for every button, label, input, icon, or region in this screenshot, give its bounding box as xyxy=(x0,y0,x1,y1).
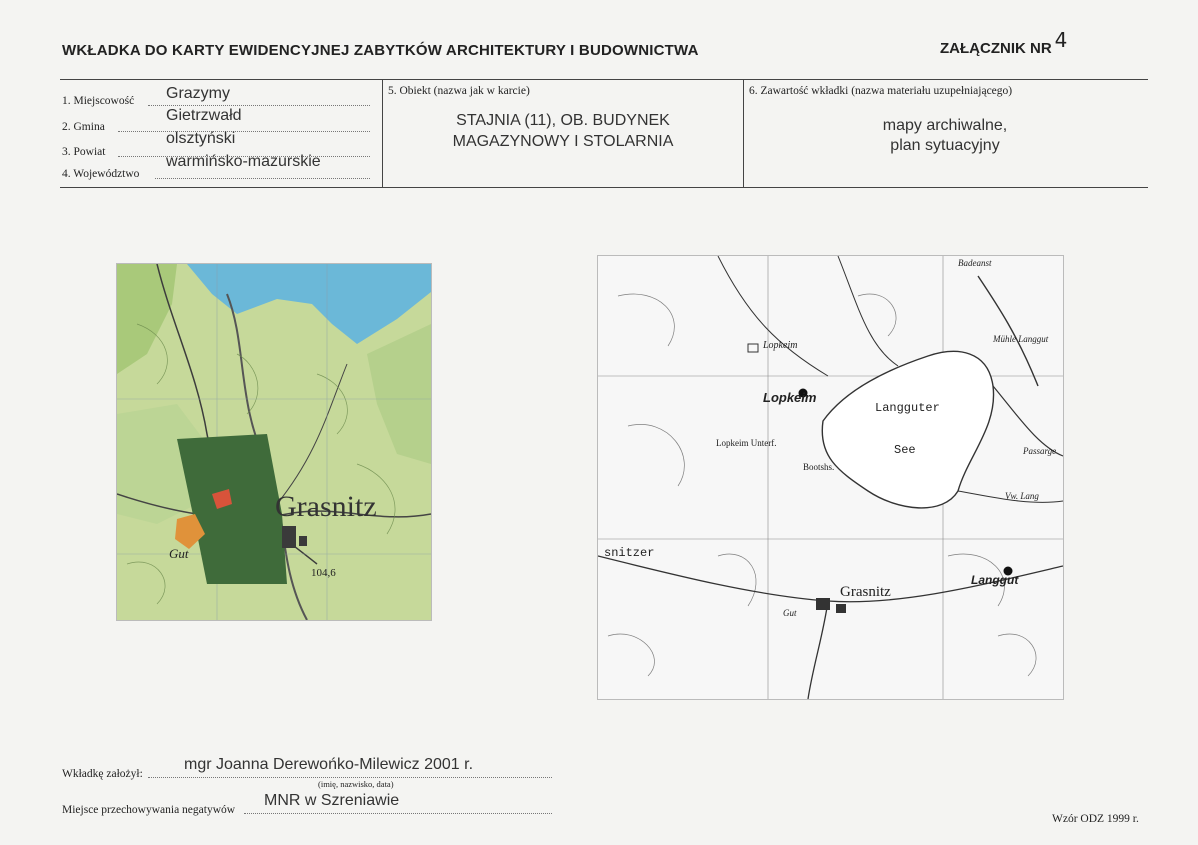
contents-label: 6. Zawartość wkładki (nazwa materiału uz… xyxy=(749,85,1013,97)
annex-number-value: 4 xyxy=(1054,28,1068,52)
map-label-lopkeim-small: Lopkeim xyxy=(763,340,798,351)
map-label-bootshs: Bootshs. xyxy=(803,462,835,472)
contents-line-1: mapy archiwalne, xyxy=(882,117,1008,134)
map-label-passarge: Passarge xyxy=(1023,446,1057,456)
storage-dots xyxy=(244,812,552,814)
object-line-2: MAGAZYNOWY I STOLARNIA xyxy=(452,133,674,150)
template-note: Wzór ODZ 1999 r. xyxy=(1052,813,1139,825)
bw-map-graphic xyxy=(598,256,1063,699)
form-top-rule xyxy=(60,79,1148,80)
miejscowosc-value: Grazymy xyxy=(166,85,230,102)
map-label-elevation: 104,6 xyxy=(311,567,336,579)
page-title: WKŁADKA DO KARTY EWIDENCYJNEJ ZABYTKÓW A… xyxy=(62,42,699,59)
map-label-langgut: Langgut xyxy=(971,573,1019,587)
annex-number: ZAŁĄCZNIK NR 4 xyxy=(940,28,1067,58)
founder-dots xyxy=(148,776,552,778)
powiat-label: 3. Powiat xyxy=(62,146,106,158)
founder-hint: (imię, nazwisko, data) xyxy=(318,779,394,789)
gmina-dots xyxy=(118,130,370,132)
object-line-1: STAJNIA (11), OB. BUDYNEK xyxy=(456,112,670,129)
storage-label: Miejsce przechowywania negatywów xyxy=(62,804,236,816)
map-label-gut: Gut xyxy=(169,546,189,561)
map-label-lopkeim: Lopkeim xyxy=(763,390,817,405)
wojewodztwo-value: warmińsko-mazurskie xyxy=(166,153,321,170)
gmina-value: Gietrzwałd xyxy=(166,107,242,124)
map-label-badeanst: Badeanst xyxy=(958,258,992,268)
object-label: 5. Obiekt (nazwa jak w karcie) xyxy=(388,85,530,97)
miejscowosc-label: 1. Miejscowość xyxy=(62,95,135,107)
bw-topographic-map: Lopkeim Lopkeim Langguter See Bootshs. L… xyxy=(597,255,1064,700)
map-label-lopkeim-unterf: Lopkeim Unterf. xyxy=(716,438,777,448)
map-label-grasnitz: Grasnitz xyxy=(275,490,377,523)
color-topographic-map: Grasnitz Gut 104,6 xyxy=(116,263,432,621)
wojewodztwo-label: 4. Województwo xyxy=(62,168,140,180)
miejscowosc-dots xyxy=(148,104,370,106)
map-label-see: See xyxy=(894,443,916,457)
map-label-snitzer: snitzer xyxy=(604,546,655,560)
gmina-label: 2. Gmina xyxy=(62,121,105,133)
form-divider-2 xyxy=(743,79,744,187)
storage-value: MNR w Szreniawie xyxy=(264,792,400,809)
annex-label: ZAŁĄCZNIK NR xyxy=(940,40,1052,57)
map-label-langguter: Langguter xyxy=(875,401,940,415)
color-map-graphic xyxy=(117,264,431,620)
form-divider-1 xyxy=(382,79,383,187)
founder-value: mgr Joanna Derewońko-Milewicz 2001 r. xyxy=(184,756,474,773)
form-bottom-rule xyxy=(60,187,1148,188)
contents-line-2: plan sytuacyjny xyxy=(890,137,1000,154)
powiat-value: olsztyński xyxy=(166,130,236,147)
wojewodztwo-dots xyxy=(155,177,370,179)
map-label-gut-bw: Gut xyxy=(783,608,797,618)
map-label-muhle: Mühle Langgut xyxy=(993,334,1049,344)
map-label-vw-lang: Vw. Lang xyxy=(1005,491,1039,501)
map-label-grasnitz: Grasnitz xyxy=(840,584,891,600)
founder-label: Wkładkę założył: xyxy=(62,768,143,780)
